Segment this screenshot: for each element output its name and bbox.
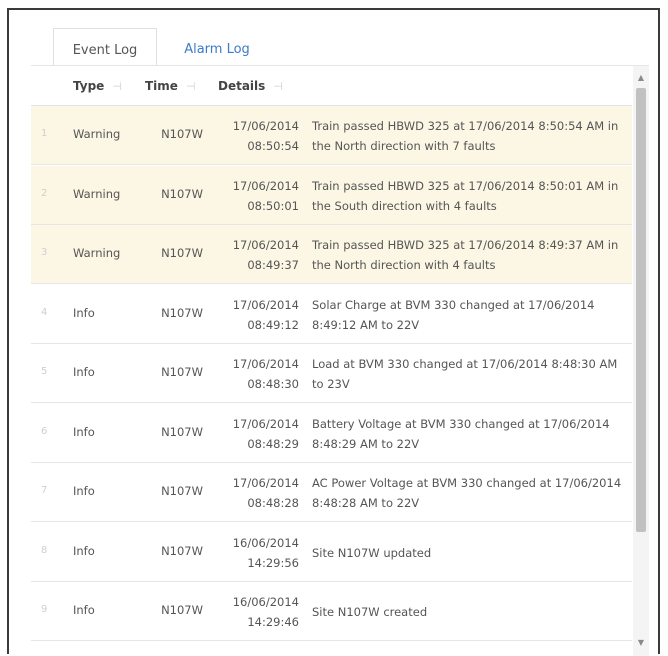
grid-header: Type ⊣ Time ⊣ Details ⊣ [31,66,632,106]
site-name: N107W [161,484,203,498]
event-type: Info [73,425,95,439]
row-number: 2 [41,188,48,199]
event-type: Warning [73,127,121,141]
event-time: 17/06/2014 08:49:37 [207,235,299,275]
event-time: 17/06/2014 08:48:30 [207,354,299,394]
site-name: N107W [161,603,203,617]
vertical-scrollbar[interactable]: ▲ ▼ [633,66,649,656]
column-resize-grip-icon[interactable]: ⊣ [112,80,122,93]
row-number: 1 [41,128,48,139]
event-clock: 08:48:28 [247,496,299,510]
column-header-details[interactable]: Details ⊣ [218,66,283,106]
site-name: N107W [161,306,203,320]
event-clock: 14:29:46 [247,615,299,629]
event-date: 17/06/2014 [232,238,299,252]
event-details: Train passed HBWD 325 at 17/06/2014 8:50… [312,179,619,213]
table-row[interactable]: 6 Info N107W 17/06/2014 08:48:29 Battery Volt… [31,404,632,463]
event-time: 16/06/2014 14:29:46 [207,592,299,632]
event-clock: 08:49:12 [247,318,299,332]
event-type: Info [73,365,95,379]
event-clock: 08:48:30 [247,377,299,391]
site-name: N107W [161,246,203,260]
event-date: 17/06/2014 [232,476,299,490]
site-name: N107W [161,127,203,141]
event-type: Info [73,484,95,498]
event-details: Load at BVM 330 changed at 17/06/2014 8:… [312,357,618,391]
scroll-up-arrow-icon[interactable]: ▲ [633,70,649,86]
table-row[interactable]: 3 Warning N107W 17/06/2014 08:49:37 Train pas… [31,225,632,284]
event-type: Info [73,603,95,617]
event-details: Train passed HBWD 325 at 17/06/2014 8:49… [312,238,619,272]
event-time: 17/06/2014 08:48:28 [207,473,299,513]
log-tabs: Event Log Alarm Log [47,22,467,74]
site-name: N107W [161,187,203,201]
event-time: 17/06/2014 08:49:12 [207,295,299,335]
event-type: Warning [73,246,121,260]
event-details: Site N107W created [312,605,428,619]
table-row[interactable]: 9 Info N107W 16/06/2014 14:29:46 Site N107W c… [31,582,632,641]
site-name: N107W [161,425,203,439]
row-number: 7 [41,485,48,496]
event-time: 17/06/2014 08:50:54 [207,116,299,156]
table-row[interactable]: 5 Info N107W 17/06/2014 08:48:30 Load at BVM … [31,344,632,403]
table-row[interactable]: 2 Warning N107W 17/06/2014 08:50:01 Train pas… [31,166,632,225]
table-row[interactable]: 1 Warning N107W 17/06/2014 08:50:54 Train pas… [31,106,632,165]
event-time: 16/06/2014 14:29:56 [207,533,299,573]
scroll-down-arrow-icon[interactable]: ▼ [633,635,649,651]
site-name: N107W [161,544,203,558]
column-header-type[interactable]: Type ⊣ [73,66,122,106]
event-time: 17/06/2014 08:50:01 [207,176,299,216]
event-date: 17/06/2014 [232,357,299,371]
table-row[interactable]: 4 Info N107W 17/06/2014 08:49:12 Solar Charge… [31,285,632,344]
column-header-type-label: Type [73,79,105,93]
column-resize-grip-icon[interactable]: ⊣ [273,80,283,93]
event-date: 17/06/2014 [232,179,299,193]
event-clock: 08:49:37 [247,258,299,272]
event-date: 17/06/2014 [232,298,299,312]
event-log-panel: Event Log Alarm Log Type ⊣ Time ⊣ Details ⊣… [7,8,660,656]
row-number: 4 [41,307,48,318]
event-clock: 08:48:29 [247,437,299,451]
event-date: 17/06/2014 [232,119,299,133]
event-clock: 14:29:56 [247,556,299,570]
event-date: 16/06/2014 [232,595,299,609]
column-header-time-label: Time [145,79,178,93]
event-time: 17/06/2014 08:48:29 [207,414,299,454]
event-details: AC Power Voltage at BVM 330 changed at 1… [312,476,622,510]
row-number: 9 [41,604,48,615]
event-clock: 08:50:54 [247,139,299,153]
event-details: Battery Voltage at BVM 330 changed at 17… [312,417,610,451]
event-clock: 08:50:01 [247,199,299,213]
event-date: 16/06/2014 [232,536,299,550]
event-details: Site N107W updated [312,546,432,560]
table-row[interactable]: 7 Info N107W 17/06/2014 08:48:28 AC Power Vol… [31,463,632,522]
row-number: 5 [41,366,48,377]
column-header-details-label: Details [218,79,266,93]
event-log-grid: Type ⊣ Time ⊣ Details ⊣ 1 Warning N107W 17/06/… [31,65,649,656]
scrollbar-thumb[interactable] [636,88,646,532]
table-row[interactable]: 8 Info N107W 16/06/2014 14:29:56 Site N107W u… [31,523,632,582]
column-resize-grip-icon[interactable]: ⊣ [186,80,196,93]
event-type: Info [73,306,95,320]
row-number: 8 [41,545,48,556]
event-details: Train passed HBWD 325 at 17/06/2014 8:50… [312,119,619,153]
column-header-time[interactable]: Time ⊣ [145,66,196,106]
event-details: Solar Charge at BVM 330 changed at 17/06… [312,298,595,332]
event-type: Warning [73,187,121,201]
row-number: 3 [41,247,48,258]
site-name: N107W [161,365,203,379]
event-date: 17/06/2014 [232,417,299,431]
row-number: 6 [41,426,48,437]
event-type: Info [73,544,95,558]
